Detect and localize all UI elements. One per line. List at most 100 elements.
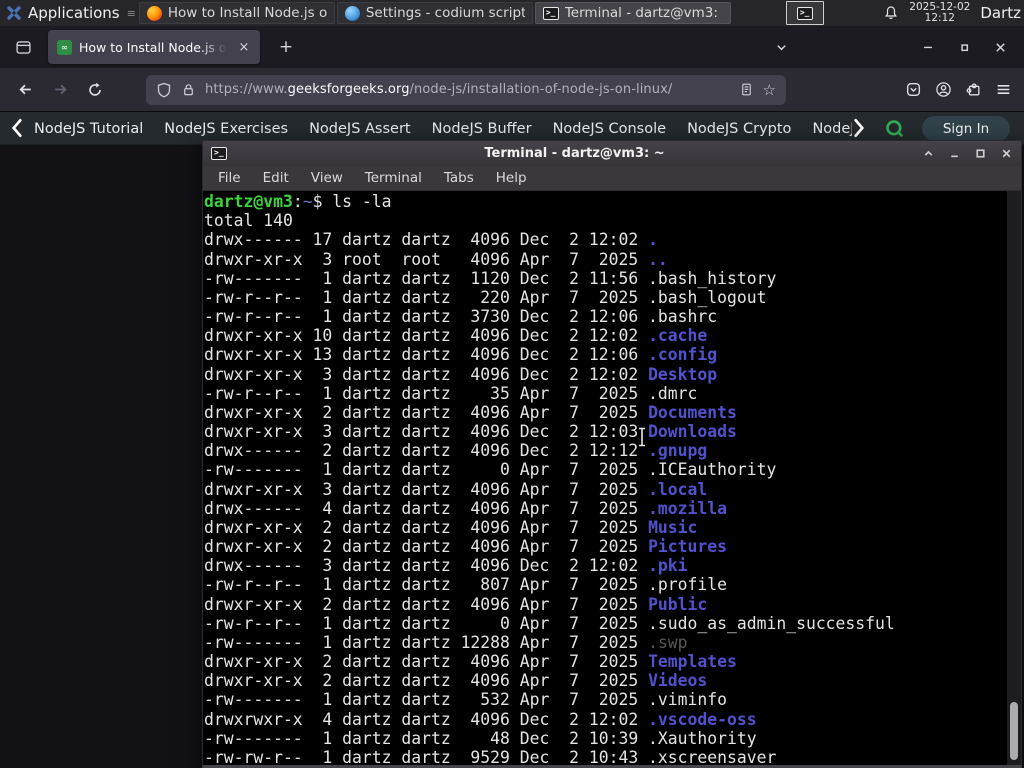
terminal-icon: >_ xyxy=(796,6,813,20)
menu-edit[interactable]: Edit xyxy=(252,170,300,186)
bookmark-star-icon[interactable]: ☆ xyxy=(763,81,776,99)
tab-close-button[interactable]: × xyxy=(234,37,254,57)
taskbar-window-terminal[interactable]: >_ Terminal - dartz@vm3: ~ xyxy=(534,2,731,24)
back-button[interactable] xyxy=(10,75,40,105)
firefox-icon xyxy=(146,5,162,21)
terminal-line: drwxr-xr-x 3 dartz dartz 4096 Dec 2 12:0… xyxy=(204,364,718,384)
terminal-line: drwx------ 3 dartz dartz 4096 Dec 2 12:0… xyxy=(204,556,688,576)
search-icon[interactable] xyxy=(885,119,904,138)
terminal-line: drwxr-xr-x 2 dartz dartz 4096 Apr 7 2025… xyxy=(204,652,737,672)
hamburger-menu-icon[interactable] xyxy=(995,81,1012,98)
terminal-titlebar[interactable]: >_ Terminal - dartz@vm3: ~ xyxy=(203,141,1021,166)
firefox-view-icon xyxy=(15,40,31,54)
vscodium-icon xyxy=(344,5,360,21)
terminal-line: drwxr-xr-x 2 dartz dartz 4096 Apr 7 2025… xyxy=(204,671,708,691)
window-minimize-button[interactable] xyxy=(914,32,942,62)
terminal-line: -rw------- 1 dartz dartz 1120 Dec 2 11:5… xyxy=(204,268,777,288)
nav-link-nodejs-console[interactable]: NodeJS Console xyxy=(553,121,667,137)
forward-arrow-icon xyxy=(54,84,67,95)
maximize-icon[interactable] xyxy=(974,147,987,160)
applications-menu-button[interactable]: Applications xyxy=(0,0,126,26)
reader-view-icon[interactable] xyxy=(739,82,754,97)
browser-tab-active[interactable]: ∞ How to Install Node.js on × xyxy=(48,30,260,64)
nav-link-nodejs-exercises[interactable]: NodeJS Exercises xyxy=(164,121,288,137)
terminal-line: -rw------- 1 dartz dartz 48 Dec 2 10:39 … xyxy=(204,728,757,748)
extensions-puzzle-icon[interactable] xyxy=(965,81,982,98)
pocket-save-icon[interactable] xyxy=(905,81,922,98)
terminal-line: drwxrwxr-x 4 dartz dartz 4096 Dec 2 12:0… xyxy=(204,709,757,729)
list-all-tabs-button[interactable] xyxy=(766,32,796,62)
new-tab-button[interactable]: + xyxy=(272,33,300,61)
terminal-line: -rw-r--r-- 1 dartz dartz 807 Apr 7 2025 … xyxy=(204,575,728,595)
account-icon[interactable] xyxy=(935,81,952,98)
scrollbar-thumb[interactable] xyxy=(1010,702,1018,760)
tab-title: How to Install Node.js on xyxy=(79,39,227,55)
terminal-line: -rw------- 1 dartz dartz 532 Apr 7 2025 … xyxy=(204,690,728,710)
nav-link-nodejs-tutorial[interactable]: NodeJS Tutorial xyxy=(34,121,143,137)
terminal-window: >_ Terminal - dartz@vm3: ~ File Edit View T… xyxy=(202,140,1022,768)
text-cursor-pointer xyxy=(639,427,645,447)
nav-link-nodejs-assert[interactable]: NodeJS Assert xyxy=(309,121,411,137)
terminal-line: -rw-rw-r-- 1 dartz dartz 9529 Dec 2 10:4… xyxy=(204,747,777,765)
terminal-line: -rw------- 1 dartz dartz 0 Apr 7 2025 .I… xyxy=(204,460,777,480)
menu-view[interactable]: View xyxy=(300,170,354,186)
applications-label: Applications xyxy=(28,4,120,22)
url-scheme: https://www. xyxy=(205,82,288,97)
taskbar-window-label: Settings - codium script... xyxy=(365,5,525,21)
firefox-window-controls xyxy=(914,32,1014,62)
terminal-line: drwxr-xr-x 10 dartz dartz 4096 Dec 2 12:… xyxy=(204,326,708,346)
panel-clock[interactable]: 2025-12-02 12:12 xyxy=(909,1,970,25)
lock-icon[interactable] xyxy=(181,82,196,97)
top-panel: Applications ≡ How to Install Node.js o.… xyxy=(0,0,1024,26)
close-icon xyxy=(995,42,1005,52)
forward-button[interactable] xyxy=(45,75,75,105)
window-close-button[interactable] xyxy=(986,32,1014,62)
terminal-line: drwxr-xr-x 2 dartz dartz 4096 Apr 7 2025… xyxy=(204,594,708,614)
terminal-scrollbar[interactable] xyxy=(1007,191,1021,765)
back-arrow-icon xyxy=(18,84,31,95)
taskbar-window-vscodium[interactable]: Settings - codium script... xyxy=(336,2,533,24)
terminal-line: -rw------- 1 dartz dartz 12288 Apr 7 202… xyxy=(204,632,688,652)
terminal-line: -rw-r--r-- 1 dartz dartz 3730 Dec 2 12:0… xyxy=(204,307,718,327)
user-menu[interactable]: Dartz xyxy=(980,4,1022,22)
shade-icon[interactable] xyxy=(922,147,935,160)
tracking-shield-icon[interactable] xyxy=(156,82,172,98)
terminal-line: -rw-r--r-- 1 dartz dartz 0 Apr 7 2025 .s… xyxy=(204,613,895,633)
terminal-output[interactable]: dartz@vm3:~$ ls -la total 140 drwx------ 1… xyxy=(204,191,1021,765)
terminal-line: drwxr-xr-x 3 root root 4096 Apr 7 2025 .… xyxy=(204,249,668,269)
terminal-line: drwxr-xr-x 3 dartz dartz 4096 Apr 7 2025… xyxy=(204,479,708,499)
menu-terminal[interactable]: Terminal xyxy=(354,170,433,186)
terminal-line: drwx------ 17 dartz dartz 4096 Dec 2 12:… xyxy=(204,230,658,250)
nav-link-nodejs-buffer[interactable]: NodeJS Buffer xyxy=(432,121,532,137)
minimize-icon xyxy=(924,46,932,49)
sign-in-button[interactable]: Sign In xyxy=(922,116,1010,141)
terminal-line: drwxr-xr-x 2 dartz dartz 4096 Apr 7 2025… xyxy=(204,402,737,422)
close-icon[interactable] xyxy=(1000,147,1013,160)
nav-scroll-left-icon[interactable] xyxy=(10,118,24,138)
terminal-line: dartz@vm3:~$ ls -la xyxy=(204,192,392,211)
minimize-icon[interactable] xyxy=(948,147,961,160)
terminal-line: drwxr-xr-x 2 dartz dartz 4096 Apr 7 2025… xyxy=(204,517,698,537)
nav-scroll-right-icon[interactable] xyxy=(852,118,866,138)
url-domain: geeksforgeeks.org xyxy=(287,82,410,97)
system-tray: 2025-12-02 12:12 Dartz xyxy=(883,1,1024,25)
menu-tabs[interactable]: Tabs xyxy=(433,170,485,186)
window-maximize-button[interactable] xyxy=(950,32,978,62)
terminal-icon: >_ xyxy=(542,6,559,20)
terminal-line: drwxr-xr-x 2 dartz dartz 4096 Apr 7 2025… xyxy=(204,537,728,557)
firefox-tab-bar: ∞ How to Install Node.js on × + xyxy=(0,26,1024,68)
firefox-view-button[interactable] xyxy=(8,32,38,62)
url-bar[interactable]: https://www.geeksforgeeks.org/node-js/in… xyxy=(146,74,786,105)
terminal-launcher[interactable]: >_ xyxy=(785,1,824,25)
nav-link-nodejs-dns[interactable]: NodeJS DNS xyxy=(812,121,852,137)
tasklist-grip: ≡ xyxy=(126,6,136,20)
reload-button[interactable] xyxy=(80,75,110,105)
terminal-line: -rw-r--r-- 1 dartz dartz 220 Apr 7 2025 … xyxy=(204,287,767,307)
firefox-toolbar: https://www.geeksforgeeks.org/node-js/in… xyxy=(0,68,1024,112)
menu-help[interactable]: Help xyxy=(485,170,538,186)
notification-bell-icon[interactable] xyxy=(883,5,899,21)
taskbar-window-firefox[interactable]: How to Install Node.js o... xyxy=(138,2,335,24)
menu-file[interactable]: File xyxy=(207,170,252,186)
terminal-menubar: File Edit View Terminal Tabs Help xyxy=(203,166,1021,191)
nav-link-nodejs-crypto[interactable]: NodeJS Crypto xyxy=(687,121,791,137)
